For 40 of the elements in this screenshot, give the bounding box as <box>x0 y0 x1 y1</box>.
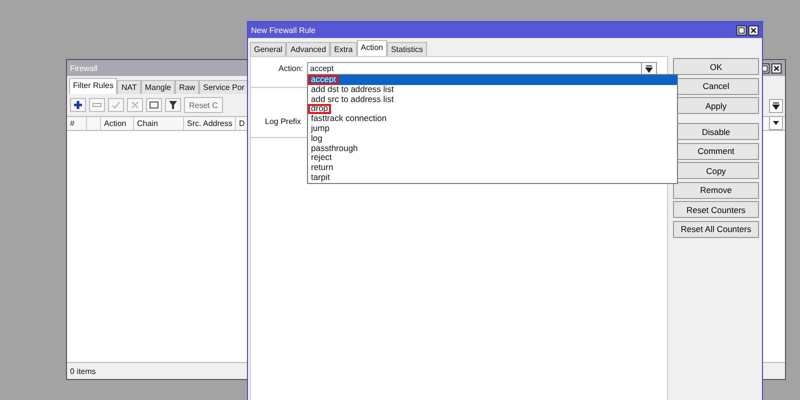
tab[interactable]: General <box>250 42 286 56</box>
tab[interactable]: Service Por <box>199 80 248 94</box>
tab[interactable]: NAT <box>117 80 141 94</box>
minus-icon <box>92 100 102 110</box>
dropdown-icon[interactable] <box>769 116 783 130</box>
rule-button[interactable]: Remove <box>673 182 759 198</box>
window-title: New Firewall Rule <box>251 26 316 34</box>
dropdown-option[interactable]: fasttrack connection <box>308 114 677 124</box>
close-icon[interactable] <box>748 24 759 36</box>
window-title: Firewall <box>70 64 98 72</box>
plus-button[interactable] <box>70 98 86 112</box>
tab[interactable]: Mangle <box>140 80 176 94</box>
column-header: Action <box>101 117 134 130</box>
tab[interactable]: Action <box>356 40 387 56</box>
cross-icon <box>130 100 140 110</box>
dropdown-icon[interactable] <box>769 99 783 113</box>
tab[interactable]: Filter Rules <box>69 78 118 94</box>
check-button[interactable] <box>108 98 124 112</box>
column-header: Chain <box>134 117 184 130</box>
filter-button[interactable] <box>165 98 181 112</box>
tab[interactable]: Raw <box>175 80 200 94</box>
rule-button[interactable]: Reset All Counters <box>673 220 759 238</box>
tab[interactable]: Extra <box>330 42 357 56</box>
column-header: Src. Address <box>184 117 236 130</box>
field-label: Action: <box>278 64 304 73</box>
column-header: # <box>67 117 87 130</box>
filter-icon <box>168 100 178 110</box>
plus-icon <box>73 100 83 110</box>
reset-counters-button[interactable]: Reset C <box>184 97 223 113</box>
tab[interactable]: Advanced <box>286 42 330 56</box>
rule-button[interactable]: Reset Counters <box>673 201 759 218</box>
dropdown-option[interactable]: accept <box>308 75 677 85</box>
maximize-icon[interactable] <box>736 24 747 36</box>
close-icon[interactable] <box>771 62 782 74</box>
tab[interactable]: Statistics <box>386 42 427 56</box>
status-text: 0 items <box>69 366 97 378</box>
dialog-button[interactable]: OK <box>673 58 759 75</box>
check-icon <box>111 100 121 110</box>
action-select[interactable]: accept <box>307 62 657 75</box>
field-label: Log Prefix <box>265 117 302 126</box>
